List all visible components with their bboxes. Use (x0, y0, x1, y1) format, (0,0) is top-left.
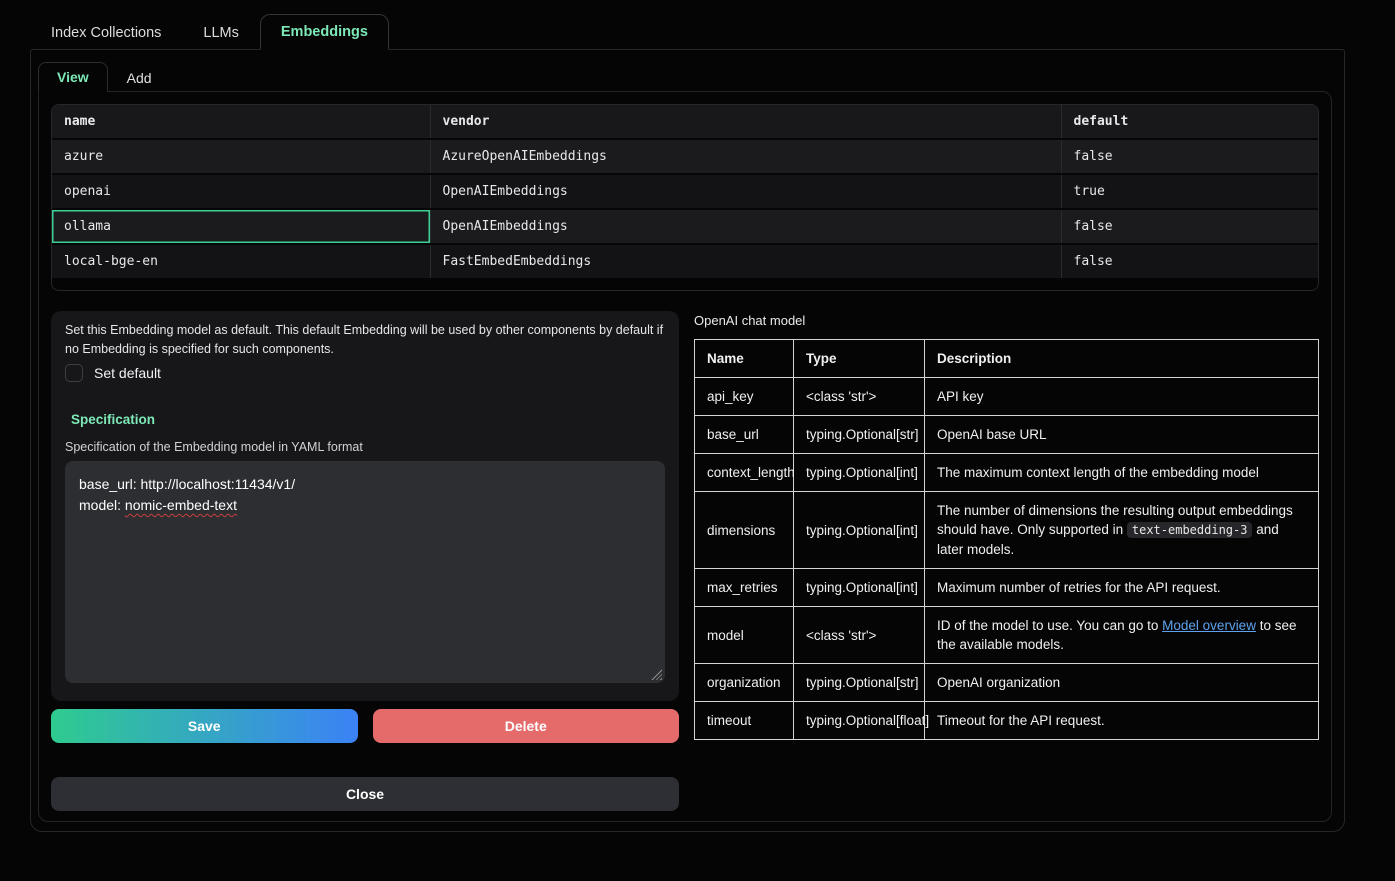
schema-cell-type: typing.Optional[int] (794, 569, 925, 607)
schema-column-description: Description (925, 340, 1319, 378)
set-default-label: Set default (94, 365, 161, 381)
yaml-line-model: model: nomic-embed-text (79, 495, 651, 516)
view-tab-panel: name vendor default azureAzureOpenAIEmbe… (38, 91, 1332, 822)
schema-cell-description: Timeout for the API request. (925, 702, 1319, 740)
schema-cell-type: typing.Optional[int] (794, 492, 925, 569)
resize-handle-icon[interactable] (651, 669, 662, 680)
schema-row: max_retriestyping.Optional[int]Maximum n… (695, 569, 1319, 607)
schema-cell-description: The maximum context length of the embedd… (925, 454, 1319, 492)
schema-cell-name: context_length (695, 454, 794, 492)
embeddings-panel: View Add name vendor default azureAzureO… (30, 49, 1345, 832)
schema-table-header: Name Type Description (695, 340, 1319, 378)
specification-help-text: Specification of the Embedding model in … (65, 440, 665, 454)
embeddings-table: name vendor default azureAzureOpenAIEmbe… (51, 104, 1319, 291)
schema-cell-type: typing.Optional[str] (794, 664, 925, 702)
default-help-text: Set this Embedding model as default. Thi… (65, 321, 665, 359)
schema-row: organizationtyping.Optional[str]OpenAI o… (695, 664, 1319, 702)
save-button[interactable]: Save (51, 709, 358, 743)
schema-cell-name: model (695, 607, 794, 664)
tab-view[interactable]: View (38, 62, 108, 92)
schema-table: Name Type Description api_key<class 'str… (694, 339, 1319, 740)
yaml-spec-editor[interactable]: base_url: http://localhost:11434/v1/ mod… (65, 461, 665, 683)
schema-cell-name: base_url (695, 416, 794, 454)
embedding-cell-name[interactable]: local-bge-en (52, 244, 430, 278)
embedding-cell-name[interactable]: ollama (52, 209, 430, 244)
embedding-row[interactable]: azureAzureOpenAIEmbeddingsfalse (52, 139, 1318, 174)
schema-cell-type: typing.Optional[str] (794, 416, 925, 454)
embedding-cell-default[interactable]: true (1061, 174, 1318, 209)
embedding-cell-default[interactable]: false (1061, 209, 1318, 244)
tab-llms[interactable]: LLMs (182, 15, 259, 50)
schema-cell-description: ID of the model to use. You can go to Mo… (925, 607, 1319, 664)
embedding-cell-vendor[interactable]: OpenAIEmbeddings (430, 209, 1061, 244)
schema-cell-name: timeout (695, 702, 794, 740)
default-settings-panel: Set this Embedding model as default. Thi… (51, 311, 679, 701)
delete-button[interactable]: Delete (373, 709, 680, 743)
specification-heading: Specification (71, 412, 665, 427)
close-button[interactable]: Close (51, 777, 679, 811)
schema-cell-description: The number of dimensions the resulting o… (925, 492, 1319, 569)
schema-cell-type: <class 'str'> (794, 378, 925, 416)
schema-cell-name: organization (695, 664, 794, 702)
schema-title: OpenAI chat model (694, 313, 1319, 328)
schema-column-name: Name (695, 340, 794, 378)
set-default-checkbox[interactable] (65, 364, 83, 382)
schema-cell-description: Maximum number of retries for the API re… (925, 569, 1319, 607)
schema-cell-type: <class 'str'> (794, 607, 925, 664)
misspelled-word: nomic-embed-text (125, 497, 237, 513)
embedding-row[interactable]: openaiOpenAIEmbeddingstrue (52, 174, 1318, 209)
embedding-cell-name[interactable]: azure (52, 139, 430, 174)
tab-embeddings[interactable]: Embeddings (260, 14, 389, 50)
schema-column-type: Type (794, 340, 925, 378)
tab-add[interactable]: Add (108, 63, 171, 92)
embedding-detail-column: Set this Embedding model as default. Thi… (51, 311, 679, 811)
schema-cell-description: OpenAI organization (925, 664, 1319, 702)
column-header-vendor: vendor (430, 105, 1061, 139)
embedding-cell-default[interactable]: false (1061, 139, 1318, 174)
schema-row: model<class 'str'>ID of the model to use… (695, 607, 1319, 664)
schema-cell-type: typing.Optional[int] (794, 454, 925, 492)
embedding-row[interactable]: local-bge-enFastEmbedEmbeddingsfalse (52, 244, 1318, 278)
schema-row: dimensionstyping.Optional[int]The number… (695, 492, 1319, 569)
embedding-cell-vendor[interactable]: OpenAIEmbeddings (430, 174, 1061, 209)
schema-cell-description: OpenAI base URL (925, 416, 1319, 454)
schema-row: api_key<class 'str'>API key (695, 378, 1319, 416)
schema-column: OpenAI chat model Name Type Description … (694, 311, 1319, 811)
column-header-default: default (1061, 105, 1318, 139)
schema-cell-type: typing.Optional[float] (794, 702, 925, 740)
column-header-name: name (52, 105, 430, 139)
top-tab-bar: Index Collections LLMs Embeddings (0, 0, 1395, 49)
embedding-row[interactable]: ollamaOpenAIEmbeddingsfalse (52, 209, 1318, 244)
embedding-cell-vendor[interactable]: AzureOpenAIEmbeddings (430, 139, 1061, 174)
schema-cell-description: API key (925, 378, 1319, 416)
inline-code: text-embedding-3 (1127, 522, 1253, 538)
schema-row: timeouttyping.Optional[float]Timeout for… (695, 702, 1319, 740)
schema-cell-name: max_retries (695, 569, 794, 607)
yaml-line-base-url: base_url: http://localhost:11434/v1/ (79, 474, 651, 495)
schema-cell-name: api_key (695, 378, 794, 416)
set-default-checkbox-row[interactable]: Set default (65, 364, 665, 382)
embeddings-table-header: name vendor default (52, 105, 1318, 139)
embedding-cell-vendor[interactable]: FastEmbedEmbeddings (430, 244, 1061, 278)
model-overview-link[interactable]: Model overview (1162, 618, 1256, 633)
embedding-cell-name[interactable]: openai (52, 174, 430, 209)
schema-cell-name: dimensions (695, 492, 794, 569)
embedding-cell-default[interactable]: false (1061, 244, 1318, 278)
schema-row: context_lengthtyping.Optional[int]The ma… (695, 454, 1319, 492)
view-add-tab-bar: View Add (38, 62, 1332, 92)
schema-row: base_urltyping.Optional[str]OpenAI base … (695, 416, 1319, 454)
tab-index-collections[interactable]: Index Collections (30, 15, 182, 50)
